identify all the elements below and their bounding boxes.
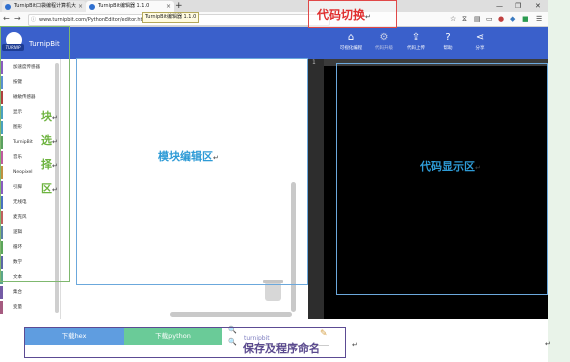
- star-icon[interactable]: ☆: [450, 14, 456, 24]
- menu-icon[interactable]: ☰: [536, 14, 542, 24]
- annotation-workspace: 模块编辑区↵: [158, 148, 219, 164]
- trash-icon[interactable]: [265, 283, 281, 301]
- close-tab-icon[interactable]: ×: [78, 1, 83, 12]
- pilcrow-mark: ↵: [475, 164, 481, 172]
- annotation-text: 模块编辑区: [158, 150, 213, 163]
- workspace-scrollbar-horizontal[interactable]: [170, 312, 292, 317]
- annotation-text: 代码显示区: [420, 160, 475, 173]
- extension-icon[interactable]: ●: [498, 14, 504, 24]
- browser-tab-title: TurnipBit编辑器 1.1.0: [98, 3, 150, 9]
- annotation-code-switch: 代码切换↵: [317, 6, 371, 23]
- annotation-text: 选: [41, 134, 52, 147]
- annotation-code-display: 代码显示区↵: [420, 158, 481, 174]
- line-number: 1: [312, 59, 316, 66]
- pilcrow-mark: ↵: [365, 13, 371, 21]
- annotation-text: 块: [41, 110, 52, 123]
- pilcrow-mark: ↵: [52, 114, 58, 122]
- share-icon: ⋖: [475, 32, 485, 43]
- close-tab-icon[interactable]: ×: [166, 1, 171, 12]
- pilcrow-mark: ↵: [52, 186, 58, 194]
- maximize-button[interactable]: ❐: [515, 0, 521, 12]
- nav-label: 代码升级: [375, 46, 393, 51]
- browser-tab-title: TurnipBit口袋编程计算机大: [14, 3, 76, 9]
- tab-tooltip: TurnipBit编辑器 1.1.0: [142, 12, 200, 23]
- category-item[interactable]: 集合: [0, 286, 60, 299]
- forward-icon[interactable]: →: [14, 13, 21, 25]
- library-icon[interactable]: ▤: [474, 14, 481, 24]
- nav-label: 可视化编程: [339, 46, 363, 51]
- minimize-button[interactable]: —: [496, 0, 503, 12]
- annotation-box-workspace: [76, 58, 308, 285]
- annotation-blocks-char: 选↵: [41, 132, 58, 148]
- annotation-blocks-char: 择↵: [41, 156, 58, 172]
- nav-label: 帮助: [443, 46, 453, 51]
- favicon-icon: [5, 4, 11, 10]
- extension-icon[interactable]: ■: [522, 14, 529, 24]
- browser-navbar: ← → ⓘ www.turnipbit.com/PythonEditor/edi…: [0, 12, 548, 27]
- annotation-box-code: [336, 63, 548, 295]
- pilcrow-mark: ↵: [213, 154, 219, 162]
- close-window-button[interactable]: ✕: [535, 0, 541, 12]
- annotation-blocks-char: 块↵: [41, 108, 58, 124]
- url-text: www.turnipbit.com/PythonEditor/editor.ht…: [39, 17, 153, 23]
- nav-label: 分享: [475, 46, 485, 51]
- new-tab-button[interactable]: +: [175, 0, 183, 12]
- annotation-text: 区: [41, 182, 52, 195]
- browser-tab-active[interactable]: TurnipBit编辑器 1.1.0 ×: [86, 1, 174, 12]
- pilcrow-mark: ↵: [352, 341, 358, 349]
- nav-share[interactable]: ⋖ 分享: [460, 31, 500, 51]
- annotation-text: 代码切换: [317, 8, 366, 22]
- annotation-text: 择: [41, 158, 52, 171]
- pilcrow-mark: ↵: [52, 138, 58, 146]
- favicon-icon: [89, 4, 95, 10]
- category-item[interactable]: 变量: [0, 301, 60, 314]
- annotation-blocks-char: 区↵: [41, 180, 58, 196]
- pilcrow-mark: ↵: [545, 340, 551, 348]
- sidebar-icon[interactable]: ▭: [486, 14, 493, 24]
- info-icon: ⓘ: [31, 17, 37, 23]
- back-icon[interactable]: ←: [3, 13, 10, 25]
- annotation-box-blocks: [0, 26, 70, 282]
- annotation-save: 保存及程序命名: [243, 340, 320, 356]
- code-gutter: [308, 59, 324, 319]
- annotation-text: 保存及程序命名: [243, 342, 320, 355]
- nav-label: 代码上传: [407, 46, 425, 51]
- browser-tab[interactable]: TurnipBit口袋编程计算机大 ×: [2, 1, 86, 12]
- pilcrow-mark: ↵: [52, 162, 58, 170]
- history-icon[interactable]: ⧖: [462, 14, 467, 24]
- extension-icon[interactable]: ◆: [510, 14, 515, 24]
